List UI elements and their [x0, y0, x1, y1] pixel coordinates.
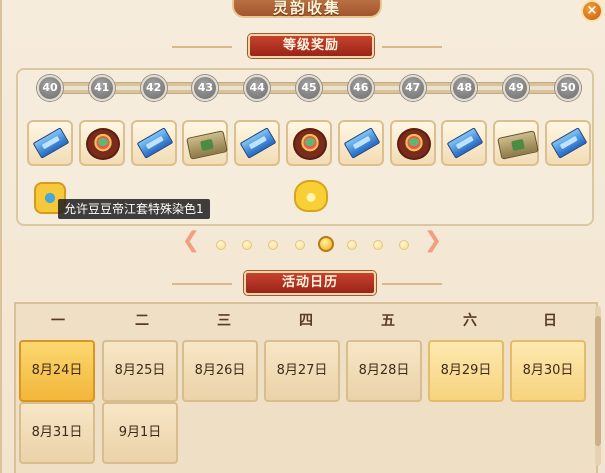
reward-item-slot[interactable] — [182, 120, 229, 166]
calendar-heading: 活动日历 — [244, 271, 376, 295]
reward-item-slot[interactable] — [441, 120, 488, 166]
prev-page-button[interactable]: ❮ — [180, 228, 202, 254]
banner-decoration-left — [172, 46, 232, 48]
basket-icon — [293, 128, 327, 160]
level-rewards-heading: 等级奖励 — [248, 34, 374, 58]
page-dot[interactable] — [373, 240, 384, 250]
page-dot[interactable] — [242, 240, 253, 250]
ticket-icon — [32, 127, 70, 159]
weekday-header: 二 — [135, 313, 149, 329]
reward-tooltip: 允许豆豆帝江套特殊染色1 — [58, 199, 210, 219]
banner-decoration-right — [382, 46, 442, 48]
reward-item-slot[interactable] — [234, 120, 281, 166]
page-dot[interactable] — [399, 240, 410, 250]
scroll-icon — [497, 130, 540, 160]
page-dot[interactable] — [268, 240, 279, 250]
calendar-day[interactable]: 8月30日 — [510, 340, 586, 402]
window-title-bar: 灵韵收集 — [232, 0, 382, 18]
basket-icon — [85, 128, 120, 160]
level-node: 46 — [347, 75, 374, 101]
page-dot[interactable] — [347, 240, 357, 250]
weekday-header: 日 — [543, 313, 557, 329]
reward-item-slot[interactable] — [130, 120, 177, 166]
calendar-scrollbar[interactable] — [595, 306, 601, 466]
reward-item-slot[interactable] — [545, 120, 591, 166]
calendar-day[interactable]: 8月25日 — [102, 340, 178, 402]
page-dot-active[interactable] — [317, 236, 334, 252]
ticket-icon — [343, 127, 381, 159]
level-node: 49 — [503, 75, 530, 101]
calendar-day[interactable]: 8月28日 — [346, 340, 422, 402]
calendar-day[interactable]: 8月26日 — [182, 340, 258, 402]
weekday-header: 一 — [51, 313, 65, 329]
weekday-header: 五 — [381, 313, 395, 329]
level-node: 41 — [88, 75, 115, 101]
page-dot[interactable] — [216, 240, 226, 250]
close-button[interactable]: × — [581, 0, 603, 22]
reward-item-slot[interactable] — [286, 120, 332, 166]
reward-item-slot[interactable] — [78, 120, 125, 166]
scroll-icon — [186, 130, 229, 160]
banner-decoration-left — [172, 283, 232, 285]
reward-item-slot[interactable] — [389, 120, 436, 166]
calendar-day[interactable]: 8月27日 — [264, 340, 340, 402]
next-page-button[interactable]: ❯ — [422, 228, 444, 254]
level-node: 50 — [555, 75, 581, 101]
weekday-header: 三 — [217, 313, 231, 329]
ticket-icon — [136, 127, 173, 159]
weekday-header: 六 — [463, 313, 477, 329]
calendar-day[interactable]: 9月1日 — [102, 402, 178, 464]
calendar-day[interactable]: 8月31日 — [19, 402, 95, 464]
window-title: 灵韵收集 — [272, 0, 341, 17]
level-node: 45 — [296, 75, 322, 101]
level-node: 47 — [399, 75, 426, 101]
calendar-day[interactable]: 8月29日 — [428, 340, 504, 402]
weekday-header: 四 — [299, 313, 313, 329]
scrollbar-thumb[interactable] — [595, 316, 601, 446]
basket-icon — [396, 128, 431, 160]
tofu-reward-icon[interactable] — [294, 180, 328, 212]
reward-item-slot[interactable] — [337, 120, 384, 166]
level-node: 40 — [37, 75, 63, 101]
reward-item-slot[interactable] — [27, 120, 73, 166]
level-node: 42 — [140, 75, 167, 101]
collection-panel: 灵韵收集 × 等级奖励 40 41 42 43 44 45 46 47 48 49 50 允许豆豆帝… — [0, 0, 605, 473]
page-dot[interactable] — [294, 240, 305, 250]
ticket-icon — [239, 127, 277, 159]
calendar-day[interactable]: 8月24日 — [19, 340, 95, 402]
reward-item-slot[interactable] — [493, 120, 540, 166]
level-node: 44 — [244, 75, 271, 101]
ticket-icon — [550, 127, 588, 159]
banner-decoration-right — [382, 283, 442, 285]
ticket-icon — [447, 127, 484, 159]
